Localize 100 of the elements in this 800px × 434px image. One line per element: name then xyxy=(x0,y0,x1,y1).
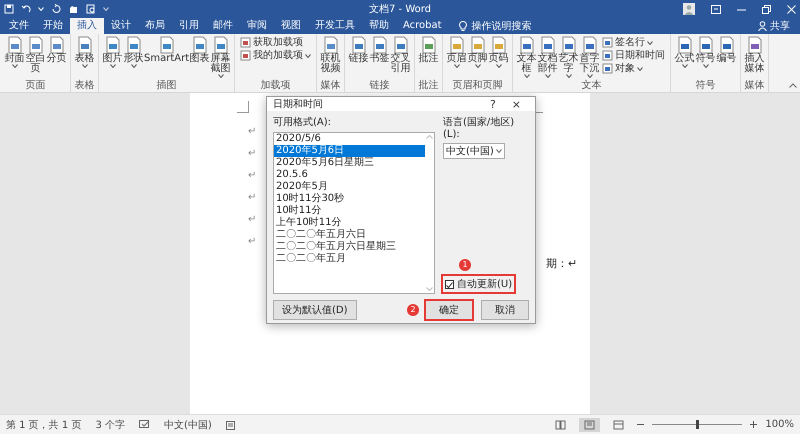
ribbon-tab[interactable]: 视图 xyxy=(274,18,308,34)
page-count: 第 1 页，共 1 页 xyxy=(6,418,82,432)
ribbon-button[interactable]: 文档部件 xyxy=(537,36,558,78)
ribbon-button[interactable]: 公式 xyxy=(674,36,696,68)
tell-me-search[interactable]: 操作说明搜索 xyxy=(472,19,532,33)
ribbon-button[interactable]: 获取加载项 xyxy=(240,37,312,48)
corner-mark xyxy=(237,101,249,113)
word-count[interactable]: 3 个字 xyxy=(95,418,125,432)
caret-icon xyxy=(647,40,654,44)
callout-badge: 1 xyxy=(459,259,471,271)
restore-icon[interactable] xyxy=(762,4,771,14)
help-button[interactable]: ? xyxy=(482,98,504,110)
ribbon-button[interactable]: 符号 xyxy=(695,36,716,68)
list-item[interactable]: 2020/5/6 xyxy=(274,133,425,145)
ribbon-button[interactable]: 页眉 xyxy=(446,36,468,68)
ribbon-button[interactable]: 插入媒体 xyxy=(744,36,766,74)
ribbon-button[interactable]: 屏幕截图 xyxy=(210,36,232,78)
group-label: 插图 xyxy=(156,80,177,91)
format-list[interactable]: 2020/5/6 2020年5月6日 2020年5月6日星期三 20.5.6 2020年5月 10时11分30秒 10时11分 上午10时11分 二〇二〇年五月六日 二〇二〇年五月六日星期三 二〇二〇年五月 xyxy=(273,132,435,294)
caret-icon xyxy=(103,7,109,11)
undo-icon[interactable] xyxy=(21,4,31,14)
ribbon-tab[interactable]: 开发工具 xyxy=(308,18,362,34)
language-status[interactable]: 中文(中国) xyxy=(164,418,212,432)
caret-icon xyxy=(38,7,44,11)
ribbon-tab[interactable]: 邮件 xyxy=(206,18,240,34)
ribbon-tab[interactable]: 帮助 xyxy=(362,18,396,34)
ribbon-button[interactable]: 文本框 xyxy=(516,36,538,78)
ribbon-tab[interactable]: 布局 xyxy=(138,18,172,34)
proofing-icon[interactable] xyxy=(139,420,150,430)
ribbon-button[interactable]: SmartArt xyxy=(144,36,190,64)
caret-icon xyxy=(496,64,502,68)
ribbon-tab[interactable]: 插入 xyxy=(70,18,104,34)
list-item[interactable]: 20.5.6 xyxy=(274,169,425,181)
ribbon-tab[interactable]: 审阅 xyxy=(240,18,274,34)
ribbon-button[interactable]: 签名行 xyxy=(602,37,666,48)
group-label: 表格 xyxy=(74,80,94,91)
redo-icon[interactable] xyxy=(51,4,61,14)
close-icon[interactable] xyxy=(787,4,796,14)
ribbon-button[interactable]: 批注 xyxy=(418,36,440,64)
ribbon-button[interactable]: 分页 xyxy=(46,36,67,64)
collapse-icon[interactable] xyxy=(789,83,797,88)
ribbon-button[interactable]: 首字下沉 xyxy=(579,36,600,78)
ribbon-tab[interactable]: 设计 xyxy=(104,18,138,34)
ribbon-button[interactable]: 图片 xyxy=(102,36,123,68)
list-item[interactable]: 上午10时11分 xyxy=(274,217,425,229)
ribbon-button[interactable]: 交叉引用 xyxy=(390,36,412,74)
plus-icon[interactable] xyxy=(750,421,758,428)
checkmark-icon xyxy=(446,282,453,288)
field-label: 语言(国家/地区)(L): xyxy=(443,116,516,140)
group-label: 符号 xyxy=(696,80,716,91)
list-item[interactable]: 10时11分30秒 xyxy=(274,193,425,205)
zoom-level[interactable]: 100% xyxy=(765,419,794,430)
ribbon-tab[interactable]: 开始 xyxy=(36,18,70,34)
caret-icon xyxy=(637,66,644,70)
list-item[interactable]: 二〇二〇年五月 xyxy=(274,253,425,265)
zoom-slider-thumb[interactable] xyxy=(696,420,700,429)
default-button[interactable]: 设为默认值(D) xyxy=(273,300,357,320)
ribbon-button[interactable]: 页码 xyxy=(488,36,510,68)
group-label: 媒体 xyxy=(744,80,765,91)
read-mode-icon xyxy=(555,420,566,430)
minus-icon[interactable] xyxy=(637,421,644,428)
ribbon-button[interactable]: 我的加载项 xyxy=(240,50,312,61)
ribbon-button[interactable]: 链接 xyxy=(348,36,370,64)
list-item[interactable]: 二〇二〇年五月六日星期三 xyxy=(274,241,425,253)
save-icon[interactable] xyxy=(4,4,14,14)
ribbon-button[interactable]: 对象 xyxy=(602,63,666,74)
ribbon-button[interactable]: 封面 xyxy=(4,36,25,68)
ribbon-button[interactable]: 联机视频 xyxy=(320,36,342,74)
ribbon-button[interactable]: 页脚 xyxy=(467,36,488,68)
ribbon-tab[interactable]: 文件 xyxy=(2,18,36,34)
ok-button[interactable]: 确定 xyxy=(425,300,473,320)
list-item[interactable]: 10时11分 xyxy=(274,205,425,217)
ribbon-button[interactable]: 艺术字 xyxy=(558,36,580,78)
list-item[interactable]: 二〇二〇年五月六日 xyxy=(274,229,425,241)
ribbon-button[interactable]: 空白页 xyxy=(25,36,46,74)
ribbon-button[interactable]: 表格 xyxy=(74,36,95,68)
list-item[interactable]: 2020年5月6日 xyxy=(274,145,425,157)
list-item[interactable]: 2020年5月 xyxy=(274,181,425,193)
document-text: 期：↵ xyxy=(546,257,578,270)
close-button[interactable]: × xyxy=(504,98,529,110)
ribbon-button[interactable]: 形状 xyxy=(123,36,144,68)
ribbon-button[interactable]: 编号 xyxy=(716,36,738,64)
caret-icon xyxy=(474,64,481,68)
ribbon-button[interactable]: 日期和时间 xyxy=(602,50,666,61)
list-item[interactable]: 2020年5月6日星期三 xyxy=(274,157,425,169)
cancel-button[interactable]: 取消 xyxy=(481,300,529,320)
ribbon-button[interactable]: 书签 xyxy=(369,36,390,64)
macro-icon[interactable] xyxy=(226,420,235,430)
ribbon-button[interactable]: 图表 xyxy=(189,36,210,64)
share-button[interactable]: 共享 xyxy=(770,19,790,33)
language-dropdown[interactable]: 中文(中国) xyxy=(443,143,505,159)
ribbon-tab[interactable]: 引用 xyxy=(172,18,206,34)
group-label: 链接 xyxy=(370,80,390,91)
preview-icon[interactable] xyxy=(86,4,96,14)
ribbon-tab[interactable]: Acrobat xyxy=(396,18,449,34)
view-button[interactable] xyxy=(579,418,600,432)
caret-icon xyxy=(12,64,18,68)
ribbon-display-icon[interactable] xyxy=(711,4,721,14)
caret-icon xyxy=(586,74,593,78)
web-layout-icon xyxy=(613,420,624,430)
